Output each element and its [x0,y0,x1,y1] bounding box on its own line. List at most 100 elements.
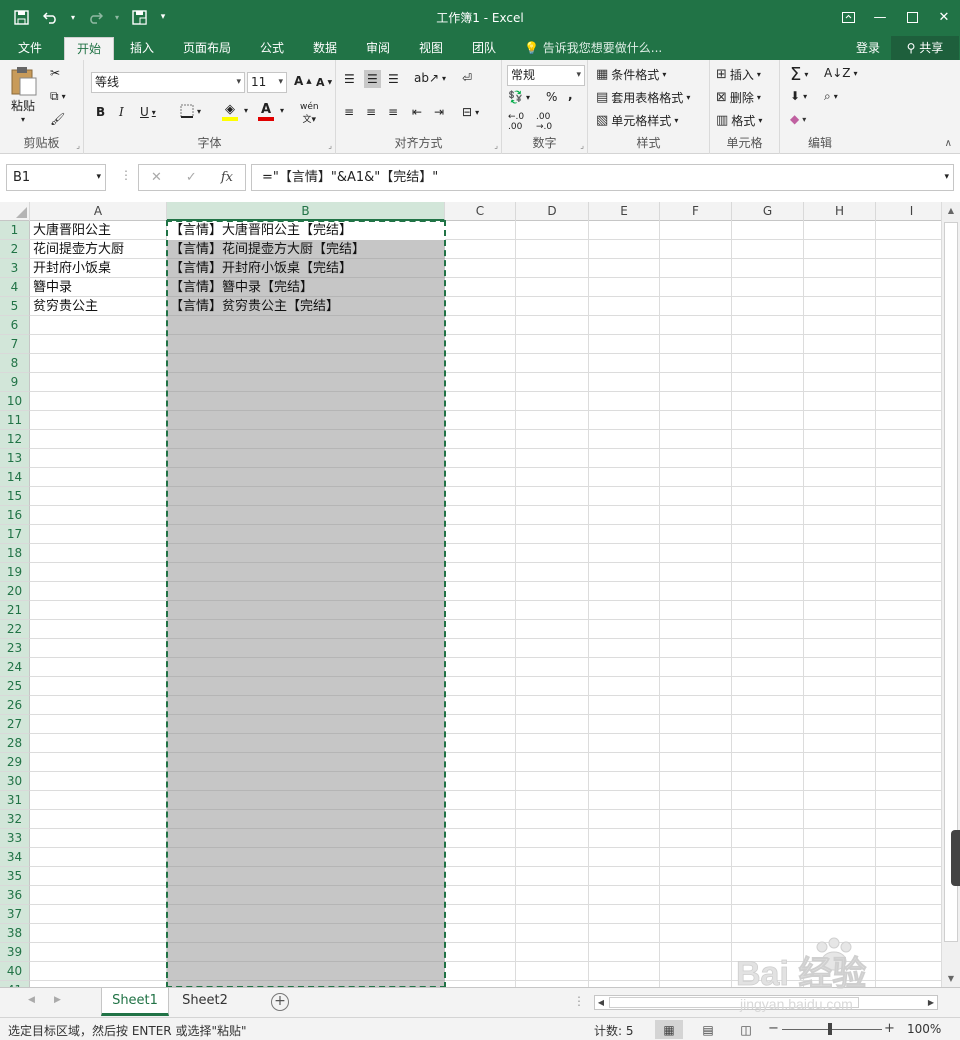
formula-bar-splitter[interactable]: ⋮ [120,168,132,182]
comma-style-button[interactable]: , [568,88,573,102]
row-header-1[interactable]: 1 [0,221,30,240]
maximize-icon[interactable] [896,0,928,34]
clipboard-launcher-icon[interactable]: ⌟ [76,141,80,150]
tab-formulas[interactable]: 公式 [252,37,292,60]
format-as-table-button[interactable]: ▤ 套用表格格式 ▾ [596,89,690,106]
align-left-icon[interactable]: ≡ [344,105,354,119]
horizontal-scrollbar[interactable]: ◀ ▶ [594,995,938,1010]
grow-font-button[interactable]: A ▲ [294,74,312,88]
collapse-ribbon-icon[interactable]: ∧ [945,138,952,149]
sheet-tab-sheet2[interactable]: Sheet2 [171,988,239,1016]
zoom-level[interactable]: 100% [907,1022,941,1036]
underline-button[interactable]: U ▾ [140,105,156,119]
row-header-3[interactable]: 3 [0,259,30,278]
cell-b1[interactable]: 【言情】大唐晋阳公主【完结】 [167,221,445,240]
zoom-in-icon[interactable]: + [884,1021,895,1036]
row-header-29[interactable]: 29 [0,753,30,772]
zoom-slider[interactable] [782,1029,882,1030]
font-color-icon[interactable]: A [258,102,274,121]
column-header-i[interactable]: I [876,202,941,221]
prev-sheet-icon[interactable]: ◀ [28,995,35,1005]
cells-area[interactable]: 大唐晋阳公主 花间提壶方大厨 开封府小饭桌 簪中录 贫穷贵公主 【言情】大唐晋阳公主【完结… [30,220,941,987]
alignment-launcher-icon[interactable]: ⌟ [494,141,498,150]
row-header-6[interactable]: 6 [0,316,30,335]
scroll-up-icon[interactable]: ▲ [942,202,960,219]
number-format-combo[interactable]: 常规 ▾ [507,65,585,86]
row-header-7[interactable]: 7 [0,335,30,354]
column-header-c[interactable]: C [445,202,516,221]
orientation-icon[interactable]: ab↗ ▾ [414,71,446,85]
zoom-out-icon[interactable]: − [768,1021,779,1036]
minimize-icon[interactable]: — [864,0,896,34]
cell-b4[interactable]: 【言情】簪中录【完结】 [167,278,445,297]
row-header-34[interactable]: 34 [0,848,30,867]
tab-page-layout[interactable]: 页面布局 [176,37,238,60]
align-center-icon[interactable]: ≡ [366,105,376,119]
row-header-23[interactable]: 23 [0,639,30,658]
row-header-19[interactable]: 19 [0,563,30,582]
zoom-slider-knob[interactable] [828,1023,832,1035]
font-launcher-icon[interactable]: ⌟ [328,141,332,150]
row-header-11[interactable]: 11 [0,411,30,430]
cell-a4[interactable]: 簪中录 [30,278,167,297]
tab-file[interactable]: 文件 [8,37,52,60]
row-header-13[interactable]: 13 [0,449,30,468]
font-size-combo[interactable]: 11 ▾ [247,72,287,93]
vertical-scrollbar[interactable]: ▲ ▼ [941,202,960,987]
row-header-38[interactable]: 38 [0,924,30,943]
cell-a3[interactable]: 开封府小饭桌 [30,259,167,278]
tab-splitter-icon[interactable]: ⋮ [573,994,585,1008]
cell-a2[interactable]: 花间提壶方大厨 [30,240,167,259]
tab-team[interactable]: 团队 [464,37,504,60]
merge-center-icon[interactable]: ⊟ ▾ [462,105,479,119]
ribbon-display-options-icon[interactable] [832,0,864,34]
tab-data[interactable]: 数据 [305,37,345,60]
enter-icon[interactable]: ✓ [186,170,197,185]
next-sheet-icon[interactable]: ▶ [54,995,61,1005]
row-header-2[interactable]: 2 [0,240,30,259]
insert-function-icon[interactable]: fx [221,170,233,185]
cell-a5[interactable]: 贫穷贵公主 [30,297,167,316]
fill-icon[interactable]: ⬇ ▾ [790,89,807,103]
row-header-17[interactable]: 17 [0,525,30,544]
format-painter-icon[interactable]: 🖌 [50,112,65,126]
sheet-tab-sheet1[interactable]: Sheet1 [101,988,169,1016]
find-select-icon[interactable]: ⌕ ▾ [824,89,838,104]
increase-indent-icon[interactable]: ⇥ [434,105,444,119]
fill-color-dropdown-icon[interactable]: ▾ [244,106,248,115]
row-header-12[interactable]: 12 [0,430,30,449]
shrink-font-button[interactable]: A ▼ [316,76,332,89]
accounting-format-icon[interactable]: 💱 ▾ [508,90,530,104]
row-header-10[interactable]: 10 [0,392,30,411]
cut-icon[interactable]: ✂ [50,66,60,80]
row-header-18[interactable]: 18 [0,544,30,563]
cell-b2[interactable]: 【言情】花间提壶方大厨【完结】 [167,240,445,259]
conditional-formatting-button[interactable]: ▦ 条件格式 ▾ [596,66,666,83]
decrease-indent-icon[interactable]: ⇤ [412,105,422,119]
scroll-right-icon[interactable]: ▶ [925,996,937,1009]
column-header-d[interactable]: D [516,202,589,221]
sign-in-link[interactable]: 登录 [856,37,880,60]
autosum-icon[interactable]: Σ ▾ [790,64,808,85]
italic-button[interactable]: I [119,105,124,119]
font-color-dropdown-icon[interactable]: ▾ [280,106,284,115]
row-header-33[interactable]: 33 [0,829,30,848]
align-top-icon[interactable]: ☰ [344,72,355,86]
row-header-32[interactable]: 32 [0,810,30,829]
number-launcher-icon[interactable]: ⌟ [580,141,584,150]
wrap-text-icon[interactable]: ⏎ [462,71,472,85]
expand-formula-bar-icon[interactable]: ▾ [944,165,949,190]
sort-filter-icon[interactable]: A↓Z ▾ [824,66,858,80]
increase-decimal-icon[interactable]: ←.0.00 [508,112,524,132]
cell-styles-button[interactable]: ▧ 单元格样式 ▾ [596,112,678,129]
row-header-25[interactable]: 25 [0,677,30,696]
row-header-9[interactable]: 9 [0,373,30,392]
paste-button[interactable]: 粘贴 ▾ [8,66,38,124]
column-header-a[interactable]: A [30,202,167,221]
page-break-view-icon[interactable]: ◫ [732,1020,760,1039]
cell-a1[interactable]: 大唐晋阳公主 [30,221,167,240]
tab-home[interactable]: 开始 [64,37,114,60]
column-header-e[interactable]: E [589,202,660,221]
row-header-22[interactable]: 22 [0,620,30,639]
close-icon[interactable]: ✕ [928,0,960,34]
